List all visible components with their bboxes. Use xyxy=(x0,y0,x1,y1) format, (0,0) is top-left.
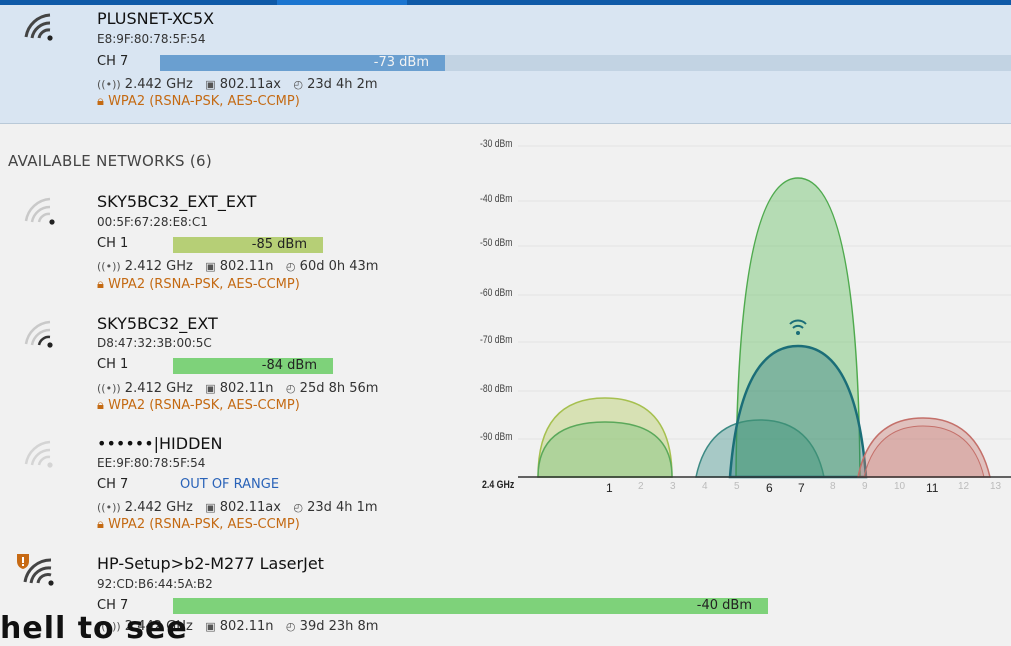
lock-icon: 🔒︎ xyxy=(97,277,104,292)
network-details: ((•)) 2.442 GHz ▣ 802.11ax ◴ 23d 4h 1m xyxy=(97,500,378,515)
uptime-icon: ◴ xyxy=(293,78,303,91)
network-mac: D8:47:32:3B:00:5C xyxy=(97,336,212,350)
x-axis-label-10: 10 xyxy=(894,481,906,492)
frequency-value: 2.442 GHz xyxy=(124,500,193,515)
frequency-icon: ((•)) xyxy=(97,382,121,395)
uptime-icon: ◴ xyxy=(285,620,296,633)
x-axis-label-4: 4 xyxy=(702,481,708,492)
uptime-icon: ◴ xyxy=(285,260,296,273)
available-networks-heading: AVAILABLE NETWORKS (6) xyxy=(8,152,213,170)
out-of-range-status: OUT OF RANGE xyxy=(180,477,280,492)
lock-icon: 🔒︎ xyxy=(97,517,104,532)
channel-label: CH 1 xyxy=(97,236,129,251)
wifi-signal-icon xyxy=(15,552,59,586)
channel-label: CH 7 xyxy=(97,477,129,492)
x-axis-label-3: 3 xyxy=(670,481,676,492)
security-info: 🔒︎ WPA2 (RSNA-PSK, AES-CCMP) xyxy=(97,398,300,413)
x-axis-label-2: 2 xyxy=(638,481,644,492)
x-axis-label-13: 13 xyxy=(990,481,1002,492)
security-info: 🔒︎ WPA2 (RSNA-PSK, AES-CCMP) xyxy=(97,517,300,532)
network-details: ((•)) 2.412 GHz ▣ 802.11n ◴ 60d 0h 43m xyxy=(97,259,378,274)
x-axis-label-11: 11 xyxy=(926,481,939,495)
network-mac: EE:9F:80:78:5F:54 xyxy=(97,456,206,470)
frequency-icon: ((•)) xyxy=(97,501,121,514)
security-value: WPA2 (RSNA-PSK, AES-CCMP) xyxy=(108,398,300,413)
channel-label: CH 1 xyxy=(97,357,129,372)
uptime-value: 39d 23h 8m xyxy=(299,619,379,634)
security-value: WPA2 (RSNA-PSK, AES-CCMP) xyxy=(108,277,300,292)
signal-value: -84 dBm xyxy=(261,358,317,373)
x-axis-label-5: 5 xyxy=(734,481,740,492)
standard-value: 802.11n xyxy=(219,259,274,274)
wifi-signal-icon xyxy=(20,318,58,348)
signal-value: -73 dBm xyxy=(373,55,429,70)
network-name[interactable]: SKY5BC32_EXT_EXT xyxy=(97,192,256,211)
signal-bar: -40 dBm xyxy=(173,598,768,614)
signal-value: -40 dBm xyxy=(696,598,752,613)
channel-label: CH 7 xyxy=(97,54,129,69)
network-name[interactable]: SKY5BC32_EXT xyxy=(97,314,218,333)
standard-icon: ▣ xyxy=(205,620,216,633)
standard-icon: ▣ xyxy=(205,501,216,514)
overlay-caption: hell to see xyxy=(0,611,188,646)
standard-value: 802.11ax xyxy=(219,77,281,92)
connected-network-panel[interactable]: PLUSNET-XC5X E8:9F:80:78:5F:54 CH 7 -73 … xyxy=(0,5,1011,124)
standard-icon: ▣ xyxy=(205,78,216,91)
signal-bar: -84 dBm xyxy=(173,358,333,374)
frequency-value: 2.442 GHz xyxy=(124,77,193,92)
frequency-value: 2.412 GHz xyxy=(124,381,193,396)
x-axis-label-9: 9 xyxy=(862,481,868,492)
channel-signal-chart xyxy=(518,145,1011,479)
security-info: 🔒︎ WPA2 (RSNA-PSK, AES-CCMP) xyxy=(97,94,300,109)
network-name: PLUSNET-XC5X xyxy=(97,9,215,28)
uptime-icon: ◴ xyxy=(285,382,296,395)
lock-icon: 🔒︎ xyxy=(97,398,104,413)
x-axis-label-7: 7 xyxy=(798,481,805,495)
signal-value: -85 dBm xyxy=(251,237,307,252)
standard-icon: ▣ xyxy=(205,260,216,273)
network-mac: 92:CD:B6:44:5A:B2 xyxy=(97,577,213,591)
standard-value: 802.11n xyxy=(219,619,274,634)
x-axis-label-6: 6 xyxy=(766,481,773,495)
uptime-value: 23d 4h 1m xyxy=(307,500,378,515)
signal-bar: -85 dBm xyxy=(173,237,323,253)
wifi-signal-icon xyxy=(20,195,58,225)
wifi-signal-icon xyxy=(20,11,58,41)
network-name[interactable]: ••••••|HIDDEN xyxy=(97,434,222,453)
uptime-value: 25d 8h 56m xyxy=(299,381,379,396)
network-mac: 00:5F:67:28:E8:C1 xyxy=(97,215,208,229)
standard-value: 802.11n xyxy=(219,381,274,396)
network-mac: E8:9F:80:78:5F:54 xyxy=(97,32,206,46)
standard-icon: ▣ xyxy=(205,382,216,395)
security-value: WPA2 (RSNA-PSK, AES-CCMP) xyxy=(108,517,300,532)
x-axis-label-12: 12 xyxy=(958,481,970,492)
wifi-signal-icon xyxy=(20,438,58,468)
uptime-value: 60d 0h 43m xyxy=(299,259,379,274)
frequency-value: 2.412 GHz xyxy=(124,259,193,274)
uptime-value: 23d 4h 2m xyxy=(307,77,378,92)
frequency-icon: ((•)) xyxy=(97,260,121,273)
x-axis-label-8: 8 xyxy=(830,481,836,492)
x-axis-label-1: 1 xyxy=(606,481,613,495)
signal-bar-track xyxy=(445,55,1011,71)
signal-bar: -73 dBm xyxy=(160,55,445,71)
lock-icon: 🔒︎ xyxy=(97,94,104,109)
network-name[interactable]: HP-Setup>b2-M277 LaserJet xyxy=(97,554,324,573)
network-details: ((•)) 2.442 GHz ▣ 802.11ax ◴ 23d 4h 2m xyxy=(97,77,378,92)
security-value: WPA2 (RSNA-PSK, AES-CCMP) xyxy=(108,94,300,109)
network-details: ((•)) 2.412 GHz ▣ 802.11n ◴ 25d 8h 56m xyxy=(97,381,378,396)
frequency-icon: ((•)) xyxy=(97,78,121,91)
standard-value: 802.11ax xyxy=(219,500,281,515)
uptime-icon: ◴ xyxy=(293,501,303,514)
band-label: 2.4 GHz xyxy=(482,479,515,491)
security-info: 🔒︎ WPA2 (RSNA-PSK, AES-CCMP) xyxy=(97,277,300,292)
